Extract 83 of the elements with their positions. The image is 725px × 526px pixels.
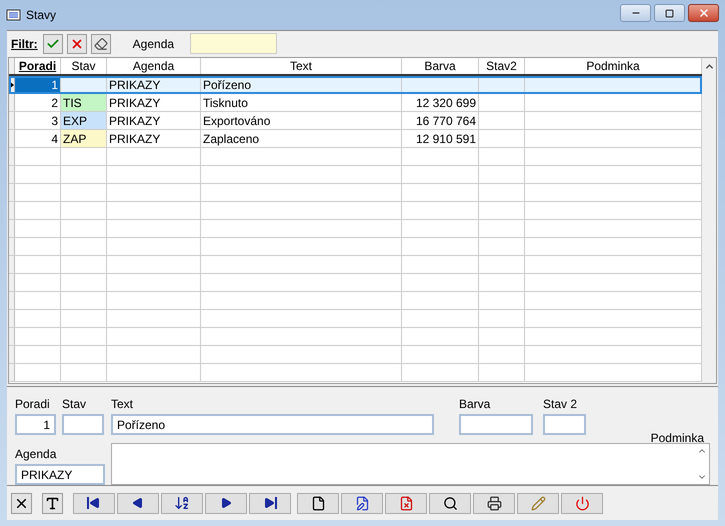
clear-filter-button[interactable] <box>90 34 111 54</box>
last-record-button[interactable] <box>249 492 291 514</box>
first-record-button[interactable] <box>73 492 115 514</box>
sort-button[interactable] <box>161 492 203 514</box>
edit-icon <box>354 496 370 510</box>
table-cell: Tisknuto <box>201 94 402 111</box>
stav2-label: Stav 2 <box>543 397 578 411</box>
table-cell: Zaplaceno <box>201 130 402 147</box>
table-cell: ZAP <box>61 130 107 147</box>
cancel-button[interactable] <box>11 492 32 514</box>
search-icon <box>442 496 458 510</box>
printer-icon <box>486 496 502 510</box>
next-icon <box>220 497 232 509</box>
table-cell: EXP <box>61 112 107 129</box>
agenda-label: Agenda <box>15 447 58 461</box>
column-header[interactable]: Agenda <box>107 58 201 74</box>
column-header[interactable]: Poradi <box>15 58 61 74</box>
edit-button[interactable] <box>341 492 383 514</box>
text-label: Text <box>111 397 134 411</box>
row-header[interactable] <box>9 76 15 93</box>
power-button[interactable] <box>561 492 603 514</box>
table-cell: 1 <box>15 76 61 93</box>
table-cell: Pořízeno <box>201 76 402 93</box>
table-cell: PRIKAZY <box>107 94 201 111</box>
close-button[interactable] <box>688 4 719 22</box>
text-field[interactable]: Pořízeno <box>111 414 434 435</box>
window-title: Stavy <box>26 7 56 24</box>
previous-record-button[interactable] <box>117 492 159 514</box>
barva-label: Barva <box>459 397 492 411</box>
maximize-button[interactable] <box>654 4 685 22</box>
font-button[interactable] <box>42 492 63 514</box>
poradi-field[interactable]: 1 <box>15 414 56 435</box>
cross-icon <box>70 36 84 50</box>
power-icon <box>574 496 590 510</box>
podminka-field[interactable] <box>111 443 710 485</box>
stav2-field[interactable] <box>543 414 586 435</box>
agenda-field[interactable]: PRIKAZY <box>15 464 105 485</box>
barva-field[interactable] <box>459 414 533 435</box>
poradi-label: Poradi <box>15 397 51 411</box>
table-cell: PRIKAZY <box>107 112 201 129</box>
column-header[interactable]: Stav2 <box>479 58 525 74</box>
table-cell: 16 770 764 <box>402 112 479 129</box>
next-record-button[interactable] <box>205 492 247 514</box>
scrollbar[interactable] <box>702 58 716 383</box>
agenda-filter-label: Agenda <box>132 36 174 50</box>
podminka-label: Podminka <box>650 431 704 445</box>
delete-button[interactable] <box>385 492 427 514</box>
pencil-icon <box>530 496 546 510</box>
table-cell: 12 320 699 <box>402 94 479 111</box>
first-icon <box>87 497 101 509</box>
table-row[interactable]: 4 ZAP PRIKAZY Zaplaceno 12 910 591 <box>9 130 702 148</box>
table-cell: 12 910 591 <box>402 130 479 147</box>
font-icon <box>45 496 60 510</box>
window-icon <box>6 8 22 22</box>
table-row[interactable]: 2 TIS PRIKAZY Tisknuto 12 320 699 <box>9 94 702 112</box>
table-cell: PRIKAZY <box>107 76 201 93</box>
document-icon <box>310 496 326 510</box>
table-cell: Exportováno <box>201 112 402 129</box>
cancel-filter-button[interactable] <box>66 34 87 54</box>
table-row[interactable]: 1 PRIKAZY Pořízeno <box>9 76 702 94</box>
filter-label: Filtr: <box>11 36 38 50</box>
maximize-icon <box>665 8 674 18</box>
column-header[interactable]: Stav <box>61 58 107 74</box>
previous-icon <box>132 497 144 509</box>
close-icon <box>698 7 710 19</box>
column-header[interactable]: Text <box>201 58 402 74</box>
stav-label: Stav <box>62 397 88 411</box>
check-icon <box>46 36 60 50</box>
table-cell: PRIKAZY <box>107 130 201 147</box>
sort-icon <box>174 495 190 511</box>
apply-filter-button[interactable] <box>42 34 63 54</box>
delete-icon <box>398 496 414 510</box>
column-header[interactable]: Barva <box>402 58 479 74</box>
table-cell: TIS <box>61 94 107 111</box>
row-pointer-icon <box>9 80 14 88</box>
eraser-icon <box>94 36 108 50</box>
new-button[interactable] <box>297 492 339 514</box>
agenda-filter-field[interactable] <box>190 33 278 54</box>
stav-field[interactable] <box>62 414 104 435</box>
print-button[interactable] <box>473 492 515 514</box>
last-icon <box>263 497 277 509</box>
table-row[interactable]: 3 EXP PRIKAZY Exportováno 16 770 764 <box>9 112 702 130</box>
find-button[interactable] <box>429 492 471 514</box>
